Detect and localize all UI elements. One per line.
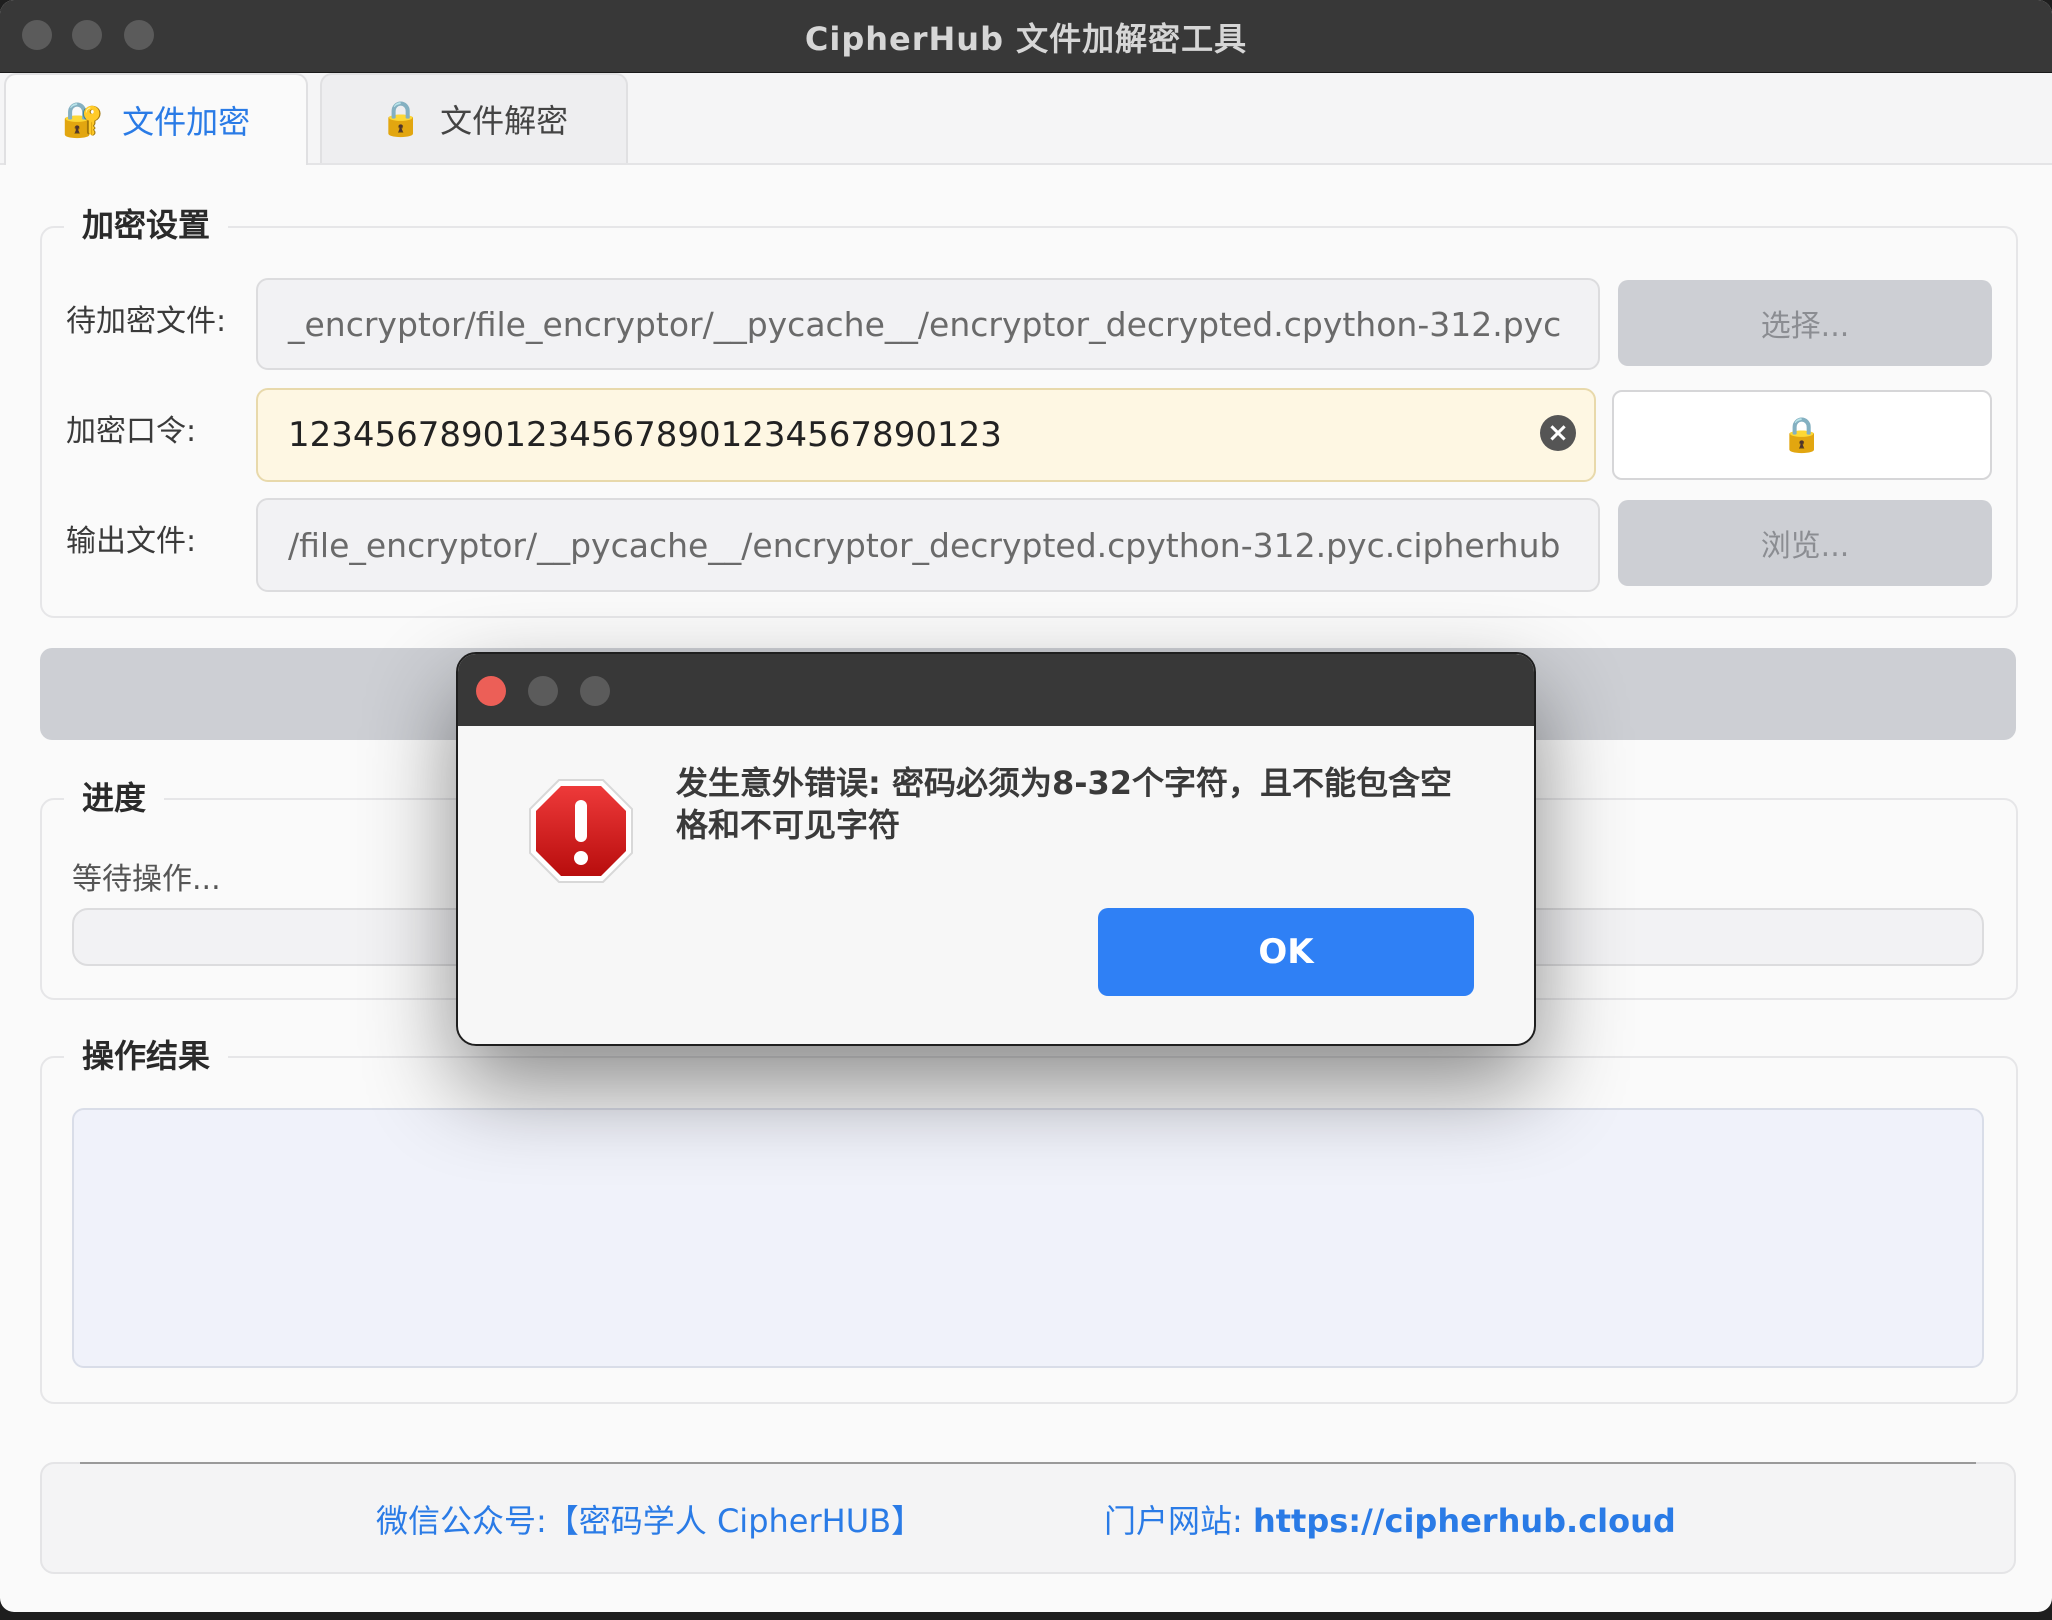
- progress-title: 进度: [64, 773, 165, 819]
- dialog-title-bar: [458, 654, 1534, 726]
- window-title: CipherHub 文件加解密工具: [804, 20, 1248, 58]
- lock-icon: 🔒: [1780, 415, 1824, 455]
- dialog-message: 发生意外错误: 密码必须为8-32个字符，且不能包含空格和不可见字符: [676, 764, 1453, 844]
- wechat-label: 微信公众号:【密码学人 CipherHUB】: [376, 1502, 924, 1540]
- error-stop-icon: [529, 779, 633, 883]
- clear-input-icon[interactable]: ×: [1540, 415, 1576, 451]
- output-file-field[interactable]: /file_encryptor/__pycache__/encryptor_de…: [256, 498, 1600, 592]
- password-label: 加密口令:: [66, 414, 197, 449]
- input-file-field[interactable]: _encryptor/file_encryptor/__pycache__/en…: [256, 278, 1600, 370]
- error-dialog: 发生意外错误: 密码必须为8-32个字符，且不能包含空格和不可见字符 OK: [456, 652, 1536, 1046]
- app-window: CipherHub 文件加解密工具 🔐 文件加密 🔒 文件解密 加密设置 待加密…: [0, 0, 2052, 1612]
- tab-encrypt[interactable]: 🔐 文件加密: [4, 73, 308, 165]
- site-link[interactable]: https://cipherhub.cloud: [1253, 1502, 1676, 1540]
- lock-key-icon: 🔐: [61, 100, 105, 140]
- encrypt-settings-title: 加密设置: [64, 200, 229, 246]
- ok-button[interactable]: OK: [1098, 908, 1474, 996]
- input-file-label: 待加密文件:: [66, 304, 227, 339]
- dialog-zoom-button: [580, 676, 610, 706]
- password-value: 123456789012345678901234567890123: [288, 415, 1002, 455]
- password-field[interactable]: 123456789012345678901234567890123: [256, 388, 1596, 482]
- lock-icon: 🔒: [379, 99, 423, 139]
- result-text-area[interactable]: [72, 1108, 1984, 1368]
- dialog-minimize-button: [528, 676, 558, 706]
- select-file-button[interactable]: 选择...: [1618, 280, 1992, 366]
- footer-divider: [80, 1462, 1976, 1464]
- footer-bar: [40, 1462, 2016, 1574]
- tab-encrypt-label: 文件加密: [122, 103, 251, 141]
- output-file-label: 输出文件:: [66, 524, 197, 559]
- result-title: 操作结果: [64, 1031, 229, 1077]
- toggle-password-visibility-button[interactable]: 🔒: [1612, 390, 1992, 480]
- tab-decrypt[interactable]: 🔒 文件解密: [320, 73, 628, 163]
- title-bar: CipherHub 文件加解密工具: [0, 0, 2052, 73]
- site-info: 门户网站: https://cipherhub.cloud: [1104, 1496, 1676, 1542]
- browse-file-button[interactable]: 浏览...: [1618, 500, 1992, 586]
- tab-decrypt-label: 文件解密: [440, 102, 569, 140]
- progress-status: 等待操作...: [72, 862, 221, 897]
- site-label: 门户网站:: [1104, 1502, 1253, 1540]
- dialog-close-button[interactable]: [476, 676, 506, 706]
- tab-bar: 🔐 文件加密 🔒 文件解密: [0, 73, 2052, 165]
